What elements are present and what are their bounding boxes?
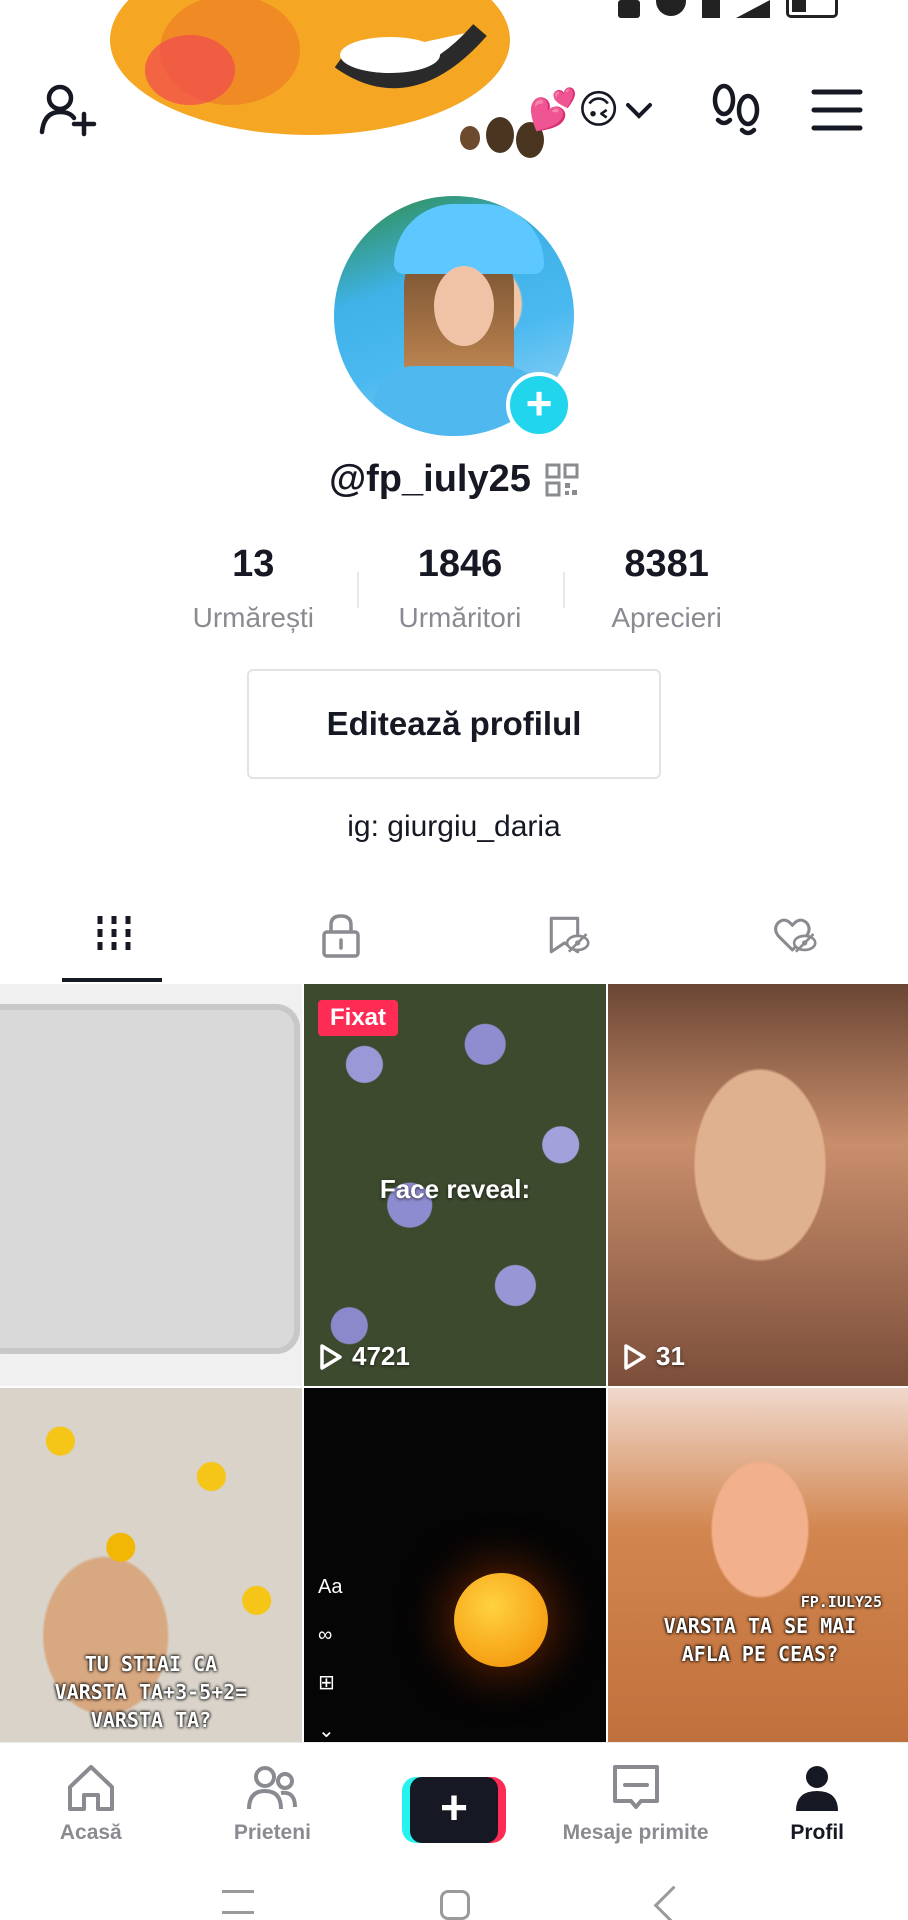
nfc-icon [618,0,640,18]
friends-icon [247,1766,298,1810]
menu-icon[interactable] [810,86,864,134]
view-count-value: 4721 [352,1341,410,1371]
video-grid: Fixat Face reveal: 4721 31 TU STIAI CA V… [0,984,908,1742]
nav-label: Profil [790,1821,844,1844]
bottom-nav: Acasă Prieteni + Mesaje primite Profil [0,1742,908,1860]
profile-tabs [0,900,908,982]
chevron-down-icon [625,103,652,119]
view-count: 4721 [318,1341,410,1372]
profile-icon [796,1766,839,1811]
nav-home[interactable]: Acasă [0,1743,182,1860]
raised-eyebrow-emoji [454,1573,548,1667]
status-bar [0,0,908,26]
video-overlay-text: TU STIAI CA [84,1652,218,1676]
inbox-icon [612,1765,659,1809]
nav-inbox[interactable]: Mesaje primite [545,1743,727,1860]
video-caption: Face reveal: [379,1174,531,1204]
tab-liked[interactable] [681,900,908,982]
video-tile-pinned[interactable]: Fixat Face reveal: 4721 [304,984,606,1386]
stat-likes[interactable]: 8381 Aprecieri [563,536,770,646]
editor-tools: Aa ∞ ⊞ ⌄ [318,1563,342,1742]
footprint-icon[interactable] [708,82,764,138]
nav-label: Acasă [59,1821,122,1844]
video-overlay-text: AFLA PE CEAS? [681,1642,839,1666]
video-tile[interactable]: Aa ∞ ⊞ ⌄ [304,1388,606,1742]
video-overlay-text: VARSTA TA+3-5+2= [54,1680,248,1704]
home-button-icon[interactable] [440,1890,470,1920]
text-tool-label: Aa [318,1576,343,1598]
system-nav-bar [0,1862,908,1920]
add-friend-icon[interactable] [38,80,98,140]
tab-saved[interactable] [454,900,681,982]
battery-icon [786,0,838,18]
chevron-down-icon: ⌄ [318,1720,335,1742]
tab-videos[interactable] [0,900,227,982]
lock-icon [321,914,360,958]
create-button[interactable]: + [401,1777,506,1843]
video-tile[interactable]: TU STIAI CA VARSTA TA+3-5+2= VARSTA TA? [0,1388,302,1742]
play-icon [624,1343,646,1370]
stat-value: 8381 [624,543,709,585]
nav-profile[interactable]: Profil [726,1743,908,1860]
bio: ig: giurgiu_daria [347,810,561,843]
wifi-icon [656,0,686,16]
nav-label: Prieteni [233,1821,311,1844]
stat-label: Urmărești [192,602,314,633]
tab-private[interactable] [227,900,454,982]
play-icon [320,1343,342,1370]
stat-following[interactable]: 13 Urmărești [150,536,357,646]
pinned-badge: Fixat [318,1000,399,1036]
stat-label: Urmăritori [398,602,522,633]
video-tile[interactable]: FP.IULY25 VARSTA TA SE MAI AFLA PE CEAS? [608,1388,908,1742]
profile-header: 💕🙃 [0,70,908,150]
profile-stats: 13 Urmărești 1846 Urmăritori 8381 Apreci… [150,536,770,646]
layout-icon: ⊞ [318,1672,335,1694]
nav-label: Mesaje primite [562,1821,709,1844]
video-tile[interactable] [0,984,302,1386]
lte-icon [702,0,720,18]
infinity-icon: ∞ [318,1624,333,1646]
bookmark-icon [549,916,590,954]
video-overlay-text: VARSTA TA? [90,1708,212,1732]
heart-icon [773,918,817,953]
emoji-status: 💕🙃 [528,88,620,132]
stat-value: 13 [232,543,275,585]
video-overlay-text: VARSTA TA SE MAI [663,1614,857,1638]
video-tile[interactable]: 31 [608,984,908,1386]
stat-label: Aprecieri [611,602,722,633]
stat-value: 1846 [417,543,503,585]
stat-followers[interactable]: 1846 Urmăritori [356,536,564,646]
view-count: 31 [622,1341,685,1372]
username-row: @fp_iuly25 [0,458,908,501]
username: @fp_iuly25 [329,458,531,500]
nav-friends[interactable]: Prieteni [182,1743,364,1860]
edit-profile-button[interactable]: Editează profilul [247,669,661,779]
back-icon[interactable] [653,1885,691,1920]
nav-create[interactable]: + [363,1743,545,1860]
home-icon [67,1765,114,1811]
view-count-value: 31 [656,1341,685,1371]
recent-apps-icon[interactable] [222,1890,254,1914]
grid-icon [97,916,130,954]
video-thumbnail [0,1004,300,1354]
create-icon: + [409,1777,498,1843]
signal-icon [736,0,770,18]
emoji-status-picker[interactable]: 💕🙃 [528,86,654,134]
qr-code-icon[interactable] [545,463,579,497]
avatar-add-button[interactable]: + [506,372,572,438]
